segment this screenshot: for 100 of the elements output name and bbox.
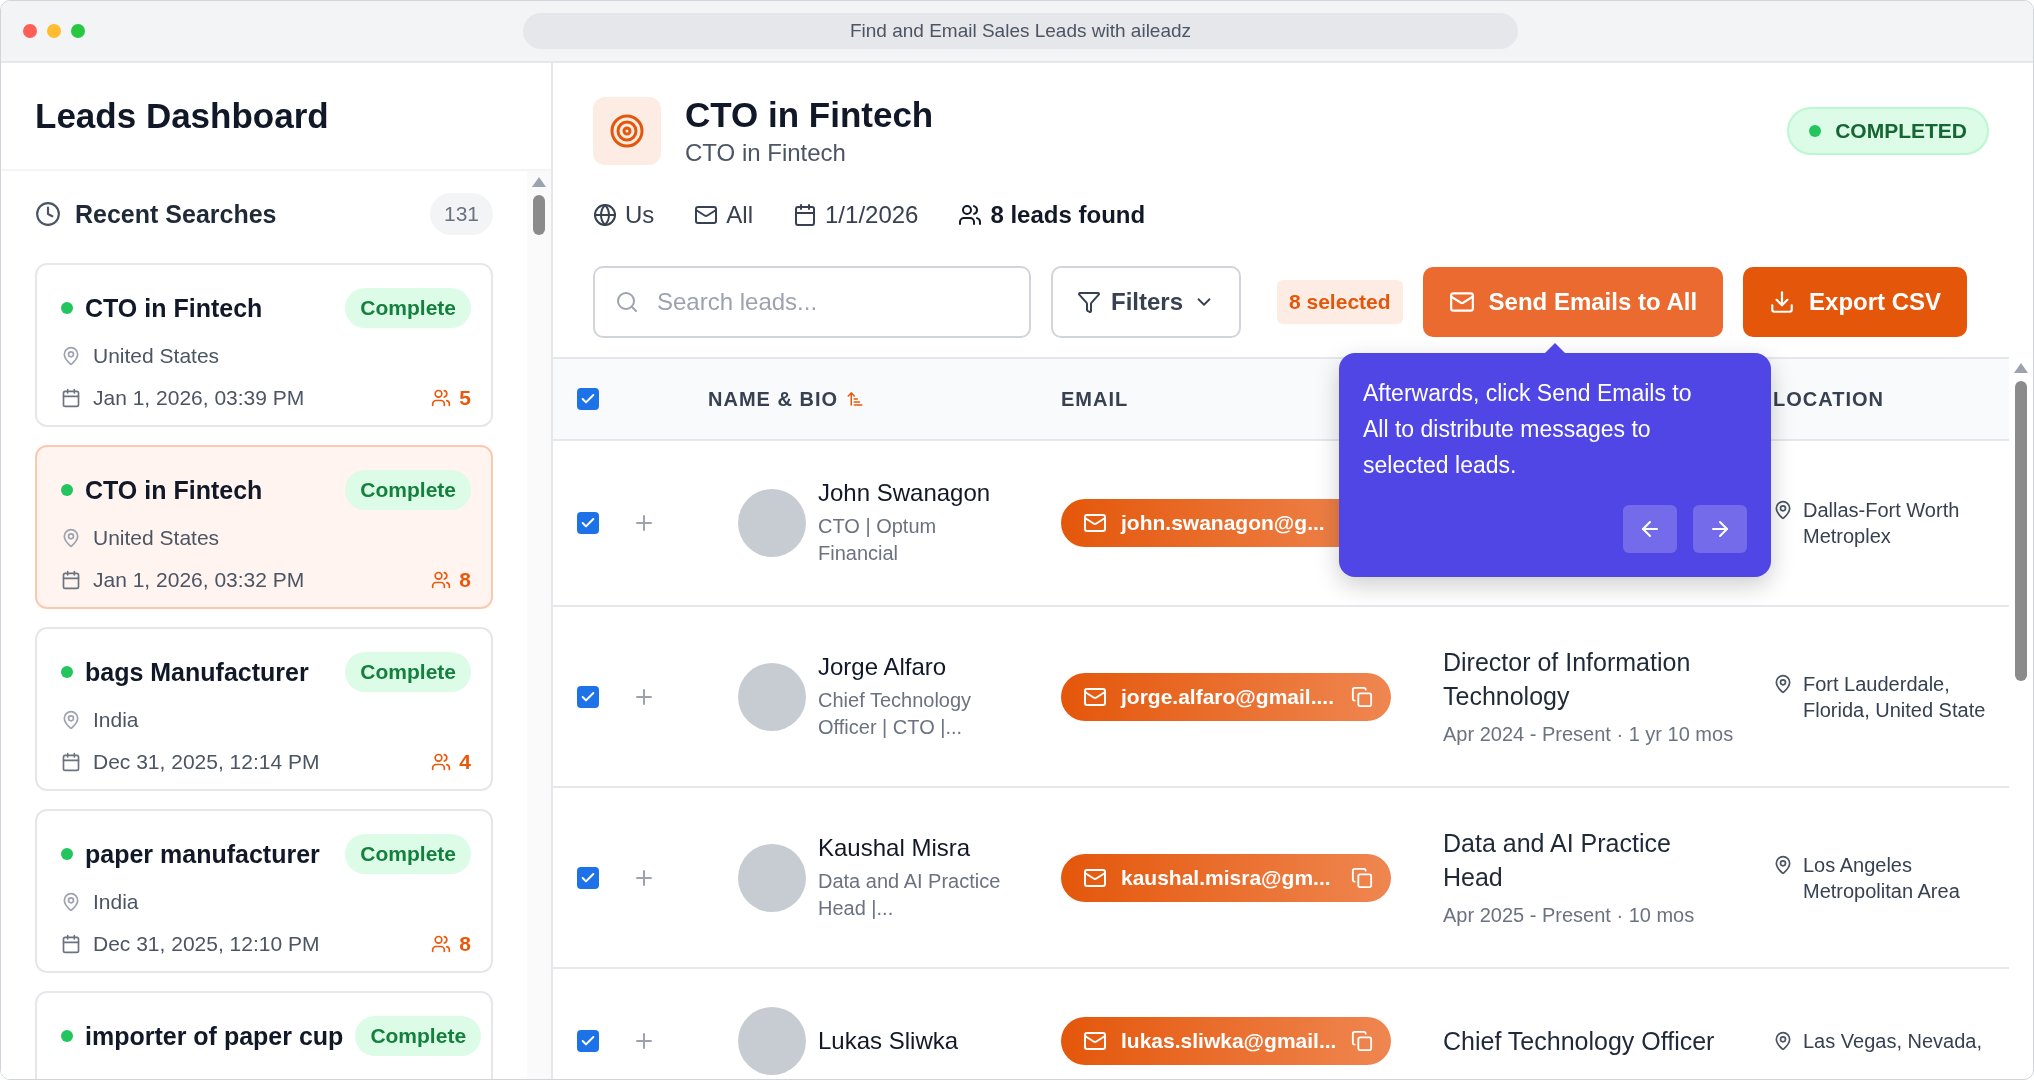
meta-text: 1/1/2026 — [825, 201, 919, 229]
calendar-icon — [61, 752, 81, 772]
location-pin-icon — [1773, 854, 1793, 875]
lead-bio: CTO | Optum Financial — [818, 514, 938, 566]
lead-bio: Data and AI Practice Head |... — [818, 868, 1002, 921]
status-badge: COMPLETED — [1787, 107, 1989, 155]
search-date: Dec 31, 2025, 12:14 PM — [93, 750, 320, 774]
calendar-icon — [61, 570, 81, 590]
export-csv-button[interactable]: Export CSV — [1743, 267, 1968, 337]
search-title: CTO in Fintech — [685, 95, 935, 135]
users-icon — [431, 752, 452, 772]
row-checkbox[interactable] — [576, 866, 599, 889]
search-card[interactable]: bags Manufacturer Complete India Dec 31, 2025, 12:14 PM 4 — [35, 627, 493, 791]
select-all-checkbox[interactable] — [576, 388, 599, 410]
lead-location: Fort Lauderdale, Florida, United State — [1803, 671, 1987, 723]
selected-count-badge: 8 selected — [1277, 280, 1403, 324]
lead-location: Los Angeles Metropolitan Area — [1803, 852, 1961, 904]
search-location: United States — [93, 344, 220, 368]
search-date: Jan 1, 2026, 03:39 PM — [93, 386, 305, 410]
status-badge: Complete — [345, 288, 471, 328]
lead-count: 5 — [459, 386, 471, 410]
lead-tenure: Apr 2024 - Present · 1 yr 10 mos — [1443, 722, 1735, 747]
sort-icon — [846, 390, 864, 408]
section-title: Recent Searches — [75, 199, 278, 229]
sidebar-title: Leads Dashboard — [35, 96, 329, 136]
next-button[interactable] — [1693, 505, 1747, 553]
meta-text: Us — [625, 201, 655, 229]
users-icon — [431, 388, 452, 408]
lead-name: Lukas Sliwka — [818, 1027, 960, 1055]
filters-button[interactable]: Filters — [1051, 266, 1241, 338]
users-icon — [958, 203, 983, 227]
location-pin-icon — [1773, 500, 1793, 520]
calendar-icon — [61, 934, 81, 954]
search-card[interactable]: importer of paper cup Complete — [35, 991, 493, 1079]
lead-count: 4 — [459, 750, 471, 774]
calendar-icon — [793, 203, 817, 227]
search-title: bags Manufacturer — [85, 657, 310, 687]
search-location: India — [93, 890, 139, 914]
search-card[interactable]: CTO in Fintech Complete United States Jan 1, 2026, 03:32 PM 8 — [35, 445, 493, 609]
status-dot — [61, 848, 73, 860]
search-location: India — [93, 708, 139, 732]
lead-count: 8 — [459, 932, 471, 956]
calendar-icon — [61, 388, 81, 408]
meta-text: All — [726, 201, 753, 229]
copy-icon — [1351, 685, 1373, 708]
search-title: CTO in Fintech — [85, 475, 264, 505]
target-icon — [593, 97, 661, 165]
lead-position: Director of Information Technology — [1443, 647, 1692, 712]
maximize-window-dot[interactable] — [71, 24, 85, 38]
lead-tenure: Apr 2025 - Present · 10 mos — [1443, 903, 1696, 928]
location-pin-icon — [1773, 673, 1793, 694]
copy-icon — [1351, 866, 1373, 889]
search-card[interactable]: CTO in Fintech Complete United States Jan 1, 2026, 03:39 PM 5 — [35, 263, 493, 427]
location-pin-icon — [61, 528, 81, 548]
row-checkbox[interactable] — [576, 685, 599, 708]
row-checkbox[interactable] — [576, 1030, 599, 1052]
column-header[interactable]: NAME & BIO — [708, 387, 1061, 411]
lead-position: Data and AI Practice Head — [1443, 828, 1672, 893]
download-icon — [1769, 289, 1796, 315]
copy-icon — [1351, 1030, 1373, 1052]
filter-icon — [1077, 290, 1101, 314]
users-icon — [431, 570, 452, 590]
status-badge: Complete — [355, 1016, 482, 1056]
mail-icon — [1083, 1029, 1107, 1053]
lead-name: Kaushal Misra — [818, 833, 972, 862]
mail-icon — [694, 203, 719, 227]
status-dot — [61, 484, 73, 496]
search-title: CTO in Fintech — [85, 293, 264, 323]
lead-count: 8 — [459, 568, 471, 592]
search-title: importer of paper cup — [85, 1021, 344, 1051]
lead-bio: Chief Technology Officer | CTO |... — [818, 687, 973, 740]
count-badge: 131 — [429, 193, 493, 235]
previous-button[interactable] — [1623, 505, 1677, 553]
lead-name: John Swanagon — [818, 479, 992, 507]
mail-icon — [1083, 511, 1107, 535]
search-date: Jan 1, 2026, 03:32 PM — [93, 568, 305, 592]
close-window-dot[interactable] — [23, 24, 37, 38]
search-location: United States — [93, 526, 220, 550]
row-checkbox[interactable] — [576, 512, 599, 534]
lead-position: Chief Technology Officer — [1443, 1026, 1716, 1057]
location-pin-icon — [1773, 1031, 1793, 1051]
status-badge: Complete — [345, 834, 471, 874]
search-title: paper manufacturer — [85, 839, 321, 869]
search-card[interactable]: paper manufacturer Complete India Dec 31, 2025, 12:10 PM 8 — [35, 809, 493, 973]
users-icon — [431, 934, 452, 954]
lead-location: Las Vegas, Nevada, — [1803, 1029, 1982, 1054]
window-title: Find and Email Sales Leads with aileadz — [523, 13, 1518, 49]
location-pin-icon — [61, 710, 81, 730]
search-field[interactable]: Search leads... — [593, 266, 1031, 338]
search-subtitle: CTO in Fintech — [685, 139, 847, 167]
mail-icon — [1448, 289, 1475, 315]
status-badge: Complete — [345, 652, 471, 692]
status-badge: Complete — [345, 470, 471, 510]
minimize-window-dot[interactable] — [47, 24, 61, 38]
location-pin-icon — [61, 346, 81, 366]
clock-icon — [35, 201, 61, 227]
meta-text: 8 leads found — [990, 201, 1146, 229]
location-pin-icon — [61, 892, 81, 912]
globe-icon — [593, 203, 617, 227]
search-date: Dec 31, 2025, 12:10 PM — [93, 932, 320, 956]
